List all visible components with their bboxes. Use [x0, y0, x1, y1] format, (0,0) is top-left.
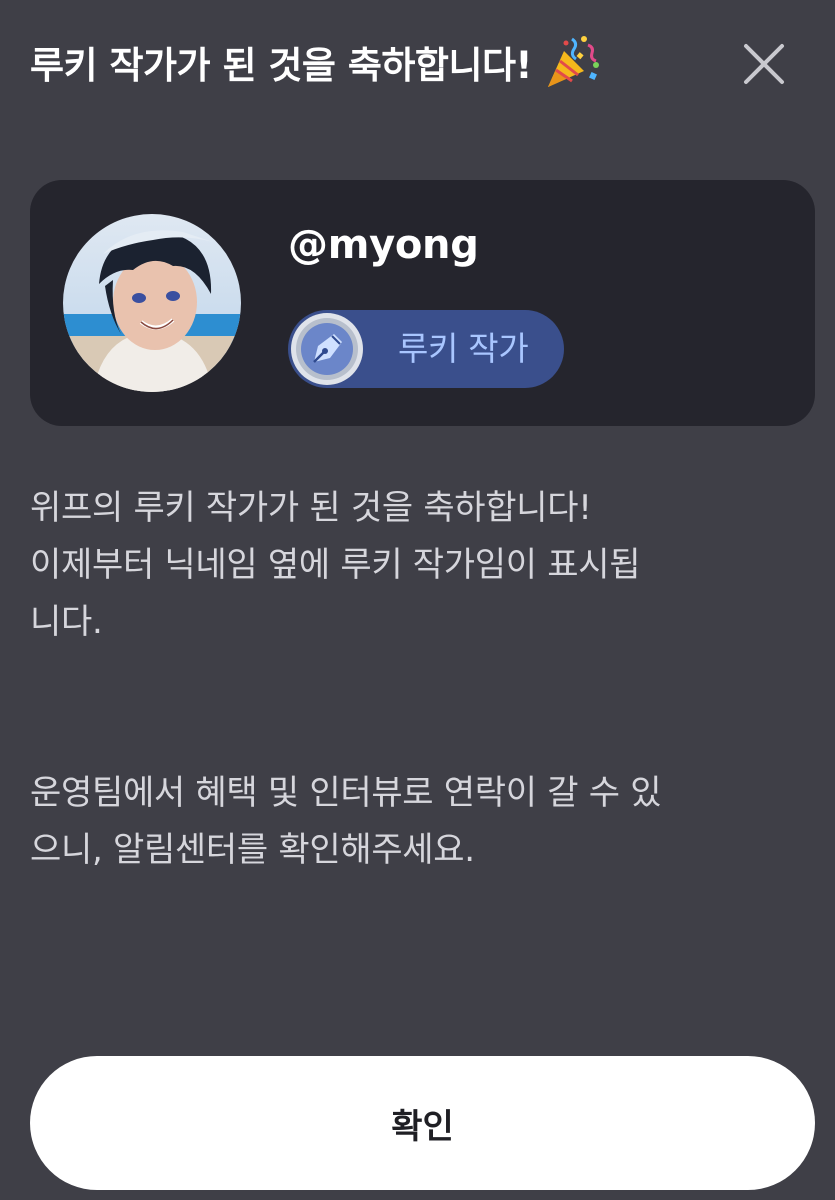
badge-label: 루키 작가	[398, 329, 529, 368]
close-button[interactable]	[740, 40, 788, 88]
confirm-label: 확인	[391, 1106, 454, 1147]
dialog-title: 루키 작가가 된 것을 축하합니다!	[30, 44, 532, 87]
congratulation-message: 위프의 루키 작가가 된 것을 축하합니다! 이제부터 닉네임 옆에 루키 작가…	[30, 480, 820, 879]
username: @myong	[288, 222, 479, 268]
dialog-header: 루키 작가가 된 것을 축하합니다!	[0, 0, 835, 130]
message-line: 니다.	[30, 602, 103, 642]
message-line: 으니, 알림센터를 확인해주세요.	[30, 830, 475, 870]
close-icon	[744, 44, 784, 84]
party-popper-icon	[544, 33, 602, 91]
avatar	[63, 214, 241, 392]
message-line: 이제부터 닉네임 옆에 루키 작가임이 표시됩	[30, 545, 641, 585]
message-line: 위프의 루키 작가가 된 것을 축하합니다!	[30, 488, 592, 528]
title-row: 루키 작가가 된 것을 축하합니다!	[30, 30, 602, 94]
message-line: 운영팀에서 혜택 및 인터뷰로 연락이 갈 수 있	[30, 773, 662, 813]
rookie-writer-badge: 루키 작가	[288, 310, 564, 388]
profile-card: @myong 루키 작가	[30, 180, 815, 426]
confirm-button[interactable]: 확인	[30, 1056, 815, 1190]
fountain-pen-icon	[288, 310, 366, 388]
